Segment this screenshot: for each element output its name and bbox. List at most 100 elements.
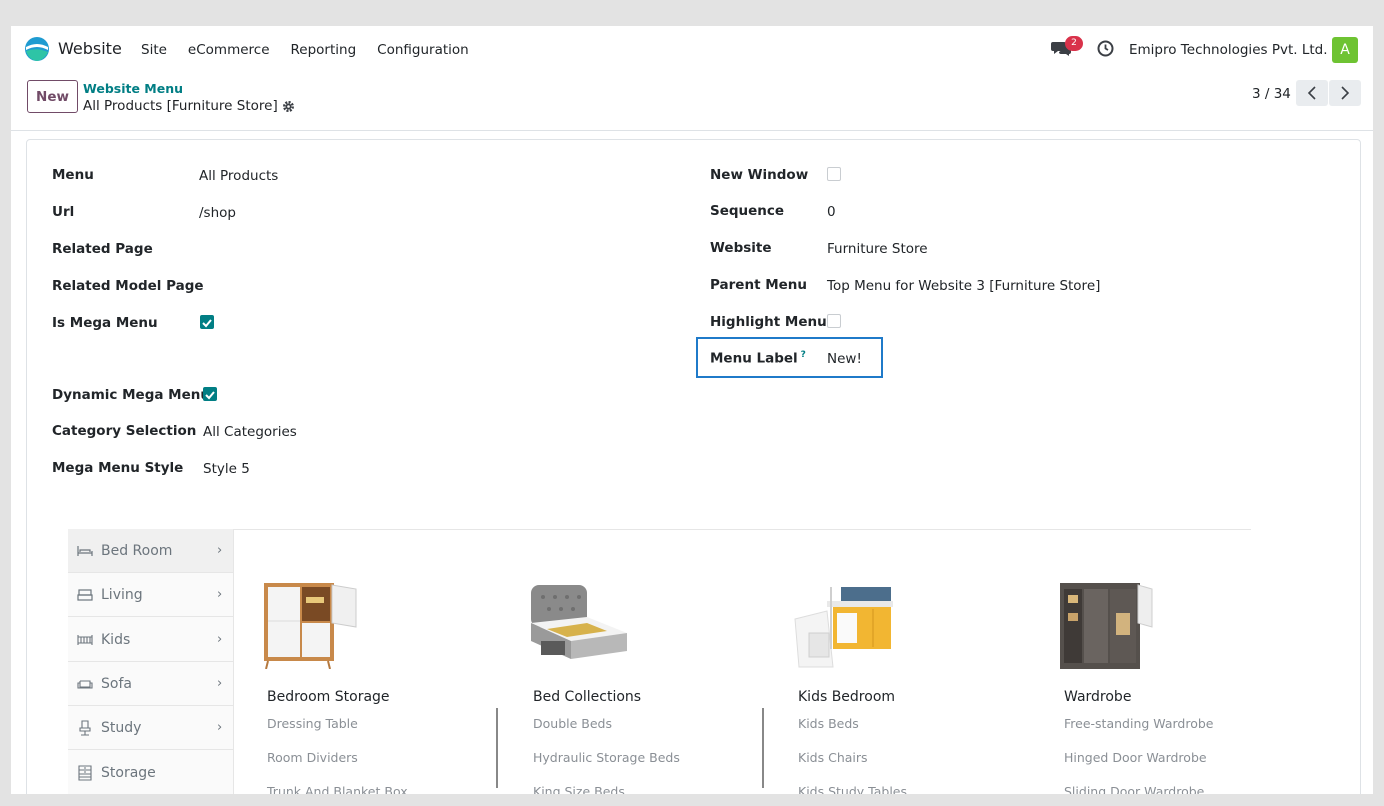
form-sheet: Menu All Products Url /shop Related Page…: [26, 139, 1361, 794]
parent-menu-field[interactable]: Top Menu for Website 3 [Furniture Store]: [827, 278, 1100, 294]
column-link[interactable]: Kids Beds: [798, 716, 859, 731]
sidebar-item-living[interactable]: Living ›: [68, 573, 233, 617]
sidebar-item-sofa[interactable]: Sofa ›: [68, 662, 233, 706]
dynamic-mega-menu-label: Dynamic Mega Menu: [52, 387, 210, 403]
sidebar-item-label: Bed Room: [101, 542, 173, 559]
chevron-right-icon: ›: [217, 587, 223, 602]
kids-bedroom-image[interactable]: [793, 583, 897, 669]
menu-ecommerce[interactable]: eCommerce: [188, 42, 270, 58]
highlight-menu-checkbox[interactable]: [827, 314, 841, 328]
is-mega-menu-label: Is Mega Menu: [52, 315, 158, 331]
column-link[interactable]: Hinged Door Wardrobe: [1064, 750, 1207, 765]
column-title[interactable]: Bedroom Storage: [267, 689, 390, 705]
mega-menu-style-field[interactable]: Style 5: [203, 461, 250, 477]
bed-collections-image[interactable]: [527, 583, 631, 669]
menu-reporting[interactable]: Reporting: [291, 42, 357, 58]
pager-previous-button[interactable]: [1296, 80, 1328, 106]
new-window-label: New Window: [710, 167, 809, 183]
mega-menu-style-label: Mega Menu Style: [52, 460, 184, 476]
parent-menu-label: Parent Menu: [710, 277, 808, 293]
menu-field[interactable]: All Products: [199, 168, 278, 184]
top-navbar: Website Site eCommerce Reporting Configu…: [11, 26, 1373, 72]
preview-content-border: [233, 529, 234, 794]
column-link[interactable]: Sliding Door Wardrobe: [1064, 784, 1204, 794]
related-model-page-label: Related Model Page: [52, 278, 204, 294]
highlight-menu-label: Highlight Menu: [710, 314, 827, 330]
breadcrumb-website-menu[interactable]: Website Menu: [83, 81, 183, 96]
user-avatar[interactable]: A: [1332, 37, 1358, 63]
living-icon: [77, 588, 93, 601]
check-icon: [205, 391, 215, 400]
website-field[interactable]: Furniture Store: [827, 241, 928, 257]
category-selection-field[interactable]: All Categories: [203, 424, 297, 440]
app-window: Website Site eCommerce Reporting Configu…: [11, 26, 1373, 794]
gear-icon[interactable]: [282, 100, 295, 113]
sidebar-item-label: Study: [101, 719, 142, 736]
column-link[interactable]: Room Dividers: [267, 750, 358, 765]
preview-divider: [233, 529, 1251, 530]
column-link[interactable]: King Size Beds: [533, 784, 625, 794]
record-title: All Products [Furniture Store]: [83, 98, 295, 114]
sidebar-item-label: Living: [101, 586, 143, 603]
column-link[interactable]: Double Beds: [533, 716, 612, 731]
menu-label-field[interactable]: New!: [827, 351, 862, 367]
column-link[interactable]: Kids Study Tables: [798, 784, 907, 794]
bedroom-storage-image[interactable]: [262, 583, 358, 669]
column-divider: [762, 708, 764, 788]
chevron-right-icon: ›: [217, 632, 223, 647]
control-panel-divider: [11, 130, 1373, 131]
chevron-right-icon: [1341, 86, 1350, 100]
sidebar-item-storage[interactable]: Storage: [68, 751, 233, 794]
menu-site[interactable]: Site: [141, 42, 167, 58]
sidebar-item-kids[interactable]: Kids ›: [68, 618, 233, 662]
new-button[interactable]: New: [27, 80, 78, 113]
pager-next-button[interactable]: [1329, 80, 1361, 106]
dynamic-mega-menu-checkbox[interactable]: [203, 387, 217, 401]
column-link[interactable]: Kids Chairs: [798, 750, 868, 765]
kids-icon: [77, 634, 93, 645]
website-label: Website: [710, 240, 772, 256]
pager-value[interactable]: 3 / 34: [1252, 86, 1291, 102]
company-switcher[interactable]: Emipro Technologies Pvt. Ltd.: [1129, 42, 1328, 58]
check-icon: [202, 319, 212, 328]
sidebar-item-label: Storage: [101, 765, 156, 781]
chat-badge: 2: [1065, 36, 1083, 51]
category-selection-label: Category Selection: [52, 423, 197, 439]
mega-menu-preview: Bed Room › Living › Kids › Sofa › Study …: [68, 529, 1251, 794]
column-title[interactable]: Kids Bedroom: [798, 689, 895, 705]
sequence-field[interactable]: 0: [827, 204, 836, 220]
study-icon: [79, 719, 91, 736]
new-window-checkbox[interactable]: [827, 167, 841, 181]
help-tooltip-icon[interactable]: ?: [801, 350, 806, 360]
url-field[interactable]: /shop: [199, 205, 236, 221]
related-page-label: Related Page: [52, 241, 153, 257]
is-mega-menu-checkbox[interactable]: [200, 315, 214, 329]
app-name[interactable]: Website: [58, 39, 122, 58]
bed-icon: [77, 545, 93, 556]
menu-label: Menu: [52, 167, 94, 183]
url-label: Url: [52, 204, 75, 220]
record-title-text: All Products [Furniture Store]: [83, 98, 278, 114]
column-title[interactable]: Wardrobe: [1064, 689, 1131, 705]
menu-configuration[interactable]: Configuration: [377, 42, 469, 58]
clock-icon[interactable]: [1097, 40, 1114, 57]
storage-icon: [78, 765, 92, 781]
sidebar-item-bed-room[interactable]: Bed Room ›: [68, 529, 233, 573]
preview-category-sidebar: Bed Room › Living › Kids › Sofa › Study …: [68, 529, 233, 794]
sequence-label: Sequence: [710, 203, 785, 219]
sidebar-item-label: Kids: [101, 631, 131, 648]
chevron-right-icon: ›: [217, 676, 223, 691]
column-link[interactable]: Trunk And Blanket Box: [267, 784, 408, 794]
chevron-right-icon: ›: [217, 720, 223, 735]
column-link[interactable]: Dressing Table: [267, 716, 358, 731]
column-divider: [496, 708, 498, 788]
website-logo-icon[interactable]: [24, 36, 50, 62]
wardrobe-image[interactable]: [1058, 583, 1154, 669]
menu-label-label: Menu Label?: [710, 350, 806, 367]
column-link[interactable]: Free-standing Wardrobe: [1064, 716, 1213, 731]
main-menu: Site eCommerce Reporting Configuration: [141, 42, 490, 58]
sidebar-item-study[interactable]: Study ›: [68, 706, 233, 750]
menu-label-label-text: Menu Label: [710, 350, 798, 367]
column-title[interactable]: Bed Collections: [533, 689, 641, 705]
column-link[interactable]: Hydraulic Storage Beds: [533, 750, 680, 765]
